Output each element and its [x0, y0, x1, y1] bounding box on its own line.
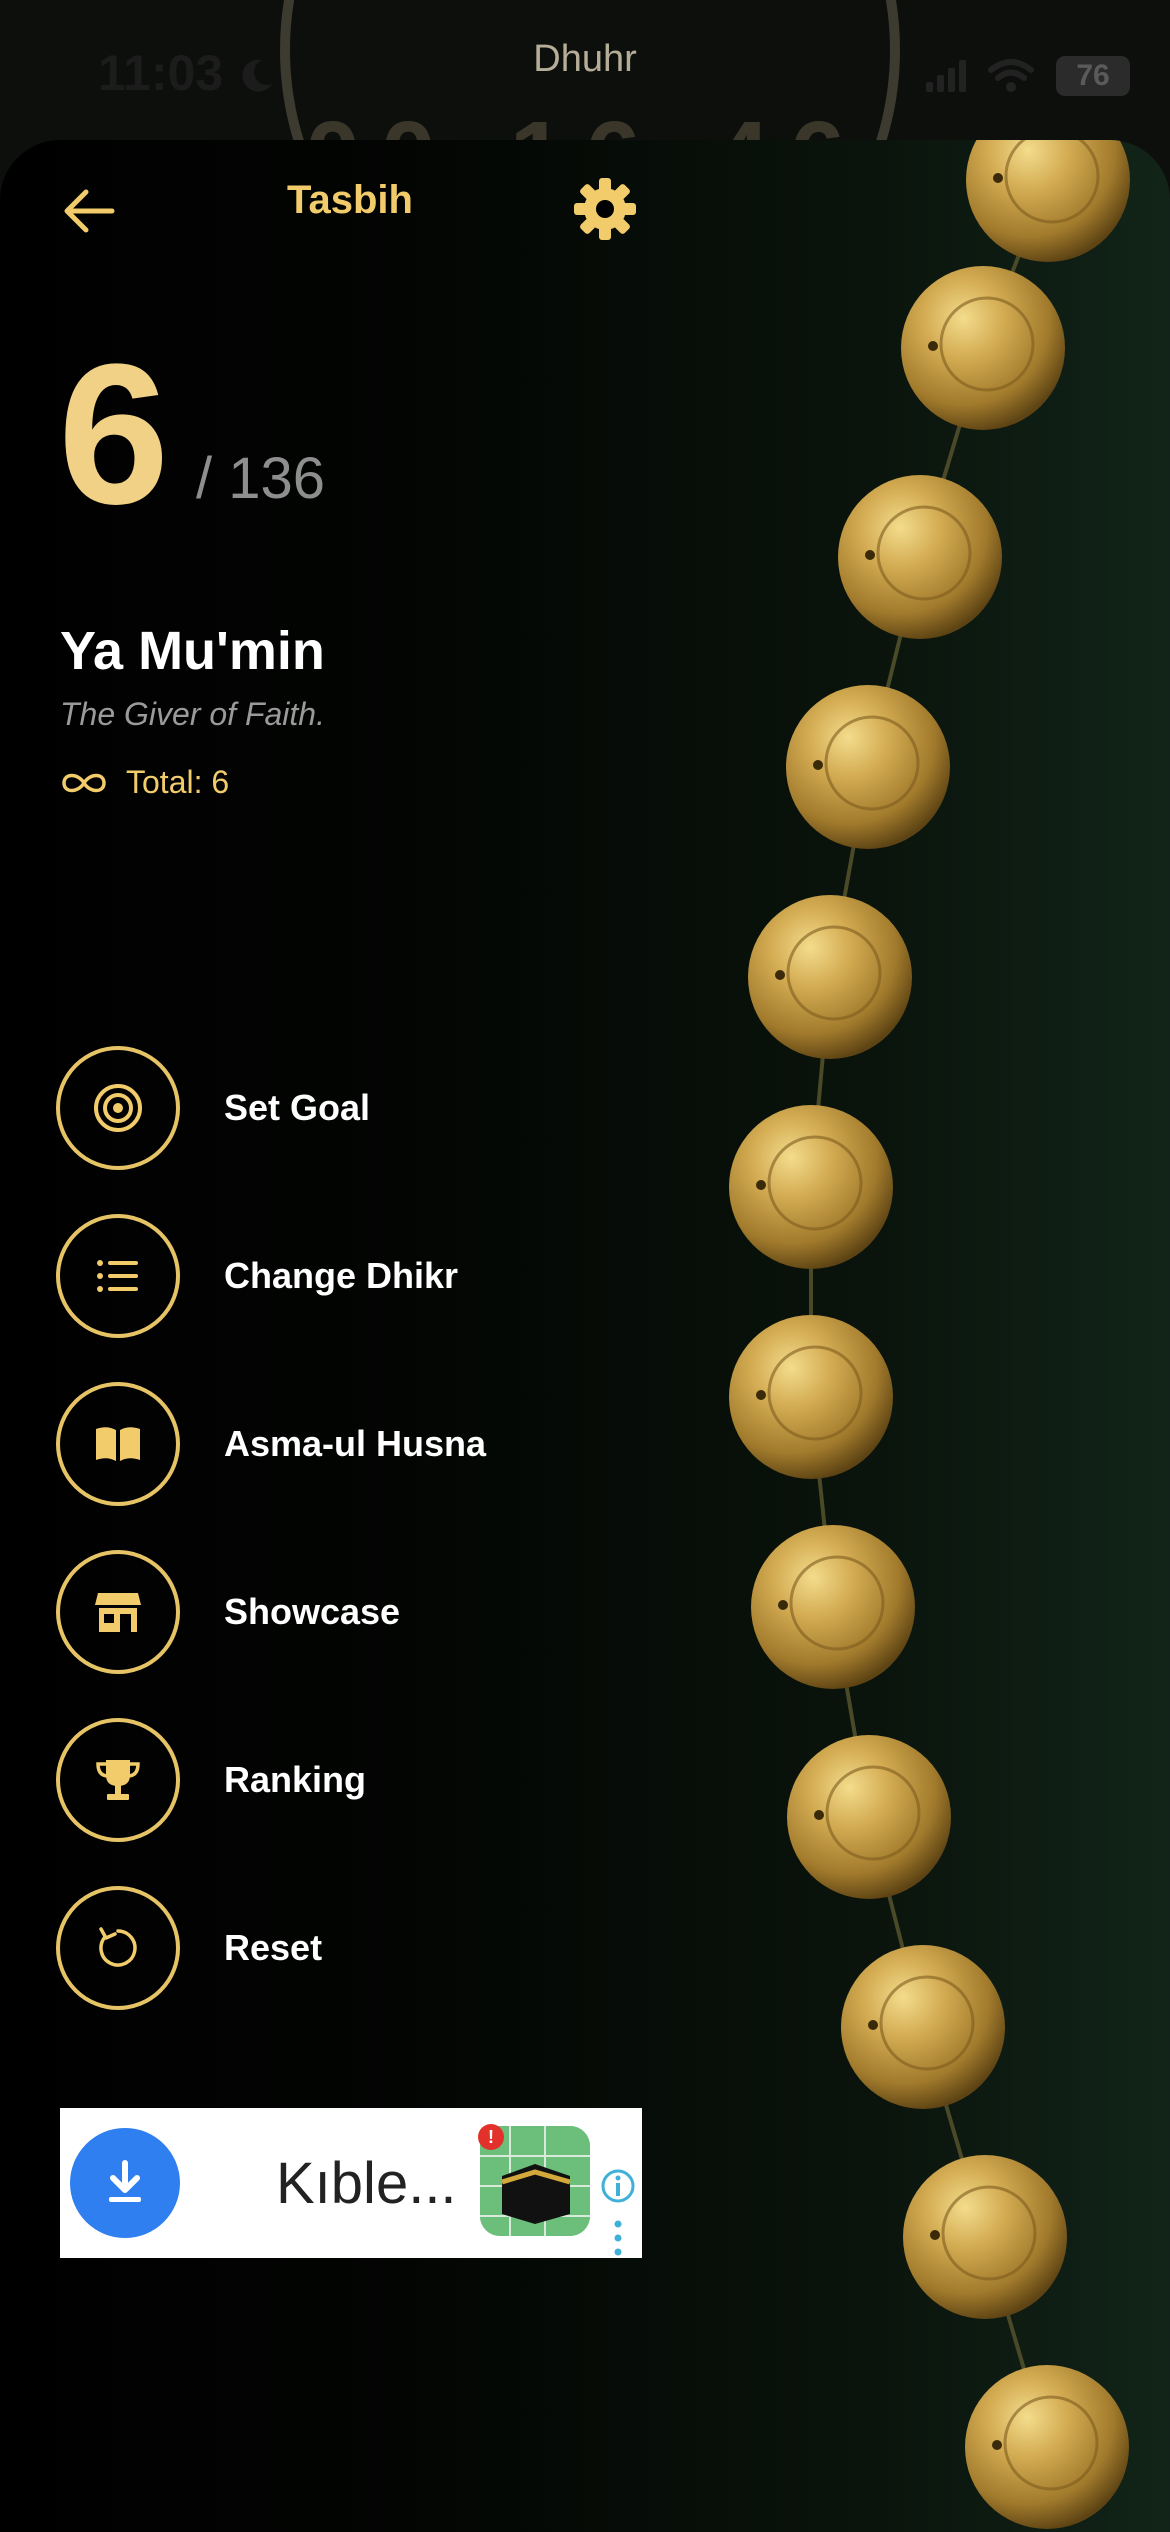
- total-count: Total: 6: [126, 764, 230, 800]
- reset-circle: [56, 1886, 180, 2010]
- set-goal-button[interactable]: Set Goal: [56, 1044, 656, 1172]
- wifi-icon: [988, 59, 1034, 92]
- store-icon: [95, 1593, 141, 1632]
- ad-title: Kıble...: [276, 2151, 457, 2216]
- prayer-bead[interactable]: [841, 1945, 1005, 2109]
- set-goal-label: Set Goal: [224, 1087, 371, 1128]
- bead-hole: [814, 1810, 824, 1820]
- reset-label: Reset: [224, 1927, 323, 1968]
- bead-hole: [992, 2440, 1002, 2450]
- asma-ul-husna-circle: [56, 1382, 180, 1506]
- ad-banner[interactable]: Kıble... !: [60, 2108, 642, 2258]
- showcase-circle: [56, 1550, 180, 1674]
- change-dhikr-label: Change Dhikr: [224, 1255, 459, 1296]
- asma-ul-husna-button[interactable]: Asma-ul Husna: [56, 1380, 656, 1508]
- battery-icon: 76: [1056, 56, 1130, 96]
- bead-hole: [813, 760, 823, 770]
- ranking-circle: [56, 1718, 180, 1842]
- change-dhikr-circle: [56, 1214, 180, 1338]
- total-row: Total: 6: [60, 764, 229, 801]
- trophy-icon: [96, 1760, 140, 1800]
- showcase-button[interactable]: Showcase: [56, 1548, 656, 1676]
- prayer-bead[interactable]: [901, 266, 1065, 430]
- list-icon: [97, 1260, 138, 1292]
- reset-icon: [99, 1927, 137, 1967]
- change-dhikr-button[interactable]: Change Dhikr: [56, 1212, 656, 1340]
- dhikr-meaning: The Giver of Faith.: [60, 696, 325, 732]
- bead-hole: [756, 1180, 766, 1190]
- bead-hole: [756, 1390, 766, 1400]
- prayer-beads[interactable]: [700, 140, 1170, 2532]
- status-indicators: 76: [926, 56, 1130, 96]
- bead-hole: [778, 1600, 788, 1610]
- bead-hole: [775, 970, 785, 980]
- bead-hole: [868, 2020, 878, 2030]
- ranking-label: Ranking: [224, 1759, 367, 1800]
- dhikr-name: Ya Mu'min: [60, 621, 325, 681]
- counter-value: 6: [58, 323, 170, 546]
- prayer-bead[interactable]: [729, 1315, 893, 1479]
- target-icon: [94, 1084, 142, 1132]
- bead-hole: [928, 341, 938, 351]
- prayer-bead[interactable]: [838, 475, 1002, 639]
- prayer-bead[interactable]: [965, 2365, 1129, 2529]
- prayer-bead[interactable]: [787, 1735, 951, 1899]
- book-icon: [96, 1427, 140, 1461]
- signal-icon: [926, 60, 966, 92]
- prayer-bead[interactable]: [729, 1105, 893, 1269]
- ad-download-button[interactable]: [70, 2128, 180, 2238]
- prayer-bead[interactable]: [748, 895, 912, 1059]
- counter-goal: / 136: [196, 446, 325, 511]
- prayer-bead[interactable]: [903, 2155, 1067, 2319]
- ad-notification-badge: !: [478, 2124, 504, 2150]
- bead-hole: [865, 550, 875, 560]
- bead-hole: [930, 2230, 940, 2240]
- prayer-bead[interactable]: [751, 1525, 915, 1689]
- infinity-icon: [62, 773, 106, 792]
- info-icon[interactable]: [600, 2168, 636, 2204]
- ranking-button[interactable]: Ranking: [56, 1716, 656, 1844]
- download-icon: [109, 2160, 141, 2202]
- asma-ul-husna-label: Asma-ul Husna: [224, 1423, 487, 1464]
- status-bar: 11:03 Dhuhr 76: [0, 0, 1170, 140]
- tasbih-sheet: Tasbih 6 / 136 Ya Mu'min The Giver of Fa…: [0, 140, 1170, 2532]
- header: Tasbih: [0, 140, 1170, 270]
- set-goal-circle: [56, 1046, 180, 1170]
- prayer-bead[interactable]: [786, 685, 950, 849]
- showcase-label: Showcase: [224, 1591, 401, 1632]
- gear-icon[interactable]: [570, 174, 640, 244]
- more-vertical-icon[interactable]: [608, 2218, 628, 2258]
- reset-button[interactable]: Reset: [56, 1884, 656, 2012]
